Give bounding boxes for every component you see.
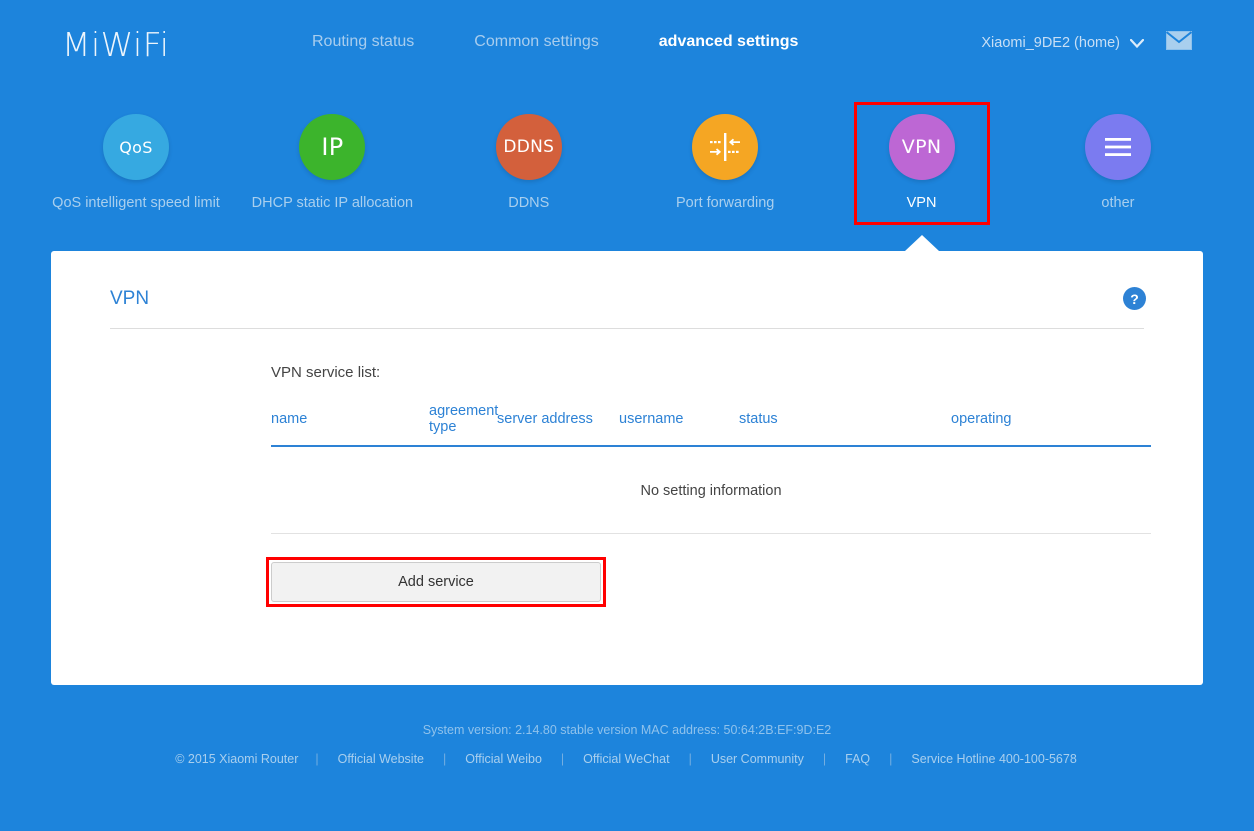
tile-label-qos: QoS intelligent speed limit [52,195,220,211]
tile-qos[interactable]: QoS QoS intelligent speed limit [52,102,220,225]
tile-label-dhcp: DHCP static IP allocation [251,195,414,211]
footer-link-service-hotline[interactable]: Service Hotline 400-100-5678 [909,752,1078,766]
vpn-icon: VPN [888,114,955,180]
nav-item-advanced-settings[interactable]: advanced settings [659,33,799,51]
header-right-controls: Xiaomi_9DE2 (home) [981,31,1193,57]
dhcp-ip-icon-text: IP [321,133,344,161]
empty-state-message: No setting information [271,446,1151,534]
vpn-service-table: name agreement type server address usern… [271,403,1151,534]
table-row-empty: No setting information [271,446,1151,534]
tile-label-port-forwarding: Port forwarding [676,195,775,211]
chevron-down-glyph [1129,38,1145,48]
panel-header: VPN ? [110,287,1146,329]
help-icon[interactable]: ? [1123,287,1146,310]
mail-icon-glyph [1165,31,1193,50]
vpn-list-section: VPN service list: name agreement type se… [110,364,1151,607]
footer-separator-2: | [443,752,447,766]
tile-vpn[interactable]: VPN VPN [848,102,996,251]
mail-icon[interactable] [1165,31,1193,55]
ddns-icon-text: DDNS [503,137,555,157]
column-header-name[interactable]: name [271,403,429,447]
column-header-operating[interactable]: operating [951,403,1151,447]
tile-port-forwarding[interactable]: Port forwarding [651,102,799,225]
footer-separator-4: | [688,752,692,766]
add-service-highlight: Add service [266,557,606,607]
tile-label-ddns: DDNS [508,195,550,211]
column-header-status[interactable]: status [739,403,951,447]
footer-separator-6: | [889,752,893,766]
column-header-agreement-type[interactable]: agreement type [429,403,498,447]
footer-separator-1: | [315,752,319,766]
port-forwarding-icon [692,114,759,180]
footer-copyright: © 2015 Xiaomi Router [175,752,299,766]
qos-icon: QoS [103,114,169,180]
column-header-username[interactable]: username [619,403,739,447]
hamburger-icon [1084,114,1151,180]
add-service-button[interactable]: Add service [271,562,601,602]
nav-item-common-settings[interactable]: Common settings [474,33,599,51]
main-nav: Routing status Common settings advanced … [312,33,798,55]
vpn-panel: VPN ? VPN service list: name agreement t… [51,251,1203,685]
ddns-icon: DDNS [495,114,562,180]
footer-link-user-community[interactable]: User Community [709,752,806,766]
vpn-icon-text: VPN [901,136,942,158]
tile-dhcp-static-ip[interactable]: IP DHCP static IP allocation [252,102,413,225]
footer-separator-3: | [560,752,565,766]
vpn-service-list-caption: VPN service list: [271,364,381,381]
footer-links: © 2015 Xiaomi Router | Official Website … [0,752,1254,766]
footer-link-faq[interactable]: FAQ [843,752,872,766]
footer-separator-5: | [822,752,827,766]
device-selector[interactable]: Xiaomi_9DE2 (home) [981,35,1145,51]
nav-item-routing-status[interactable]: Routing status [312,33,414,51]
advanced-settings-tiles: QoS QoS intelligent speed limit IP DHCP … [0,102,1254,251]
tile-ddns[interactable]: DDNS DDNS [455,102,603,225]
miwifi-logo: MiWiFi [62,24,170,64]
system-version-line: System version: 2.14.80 stable version M… [422,723,832,737]
top-header: MiWiFi Routing status Common settings ad… [0,0,1254,88]
hamburger-glyph [1104,138,1131,156]
footer-link-official-wechat[interactable]: Official WeChat [581,752,671,766]
device-name-label: Xiaomi_9DE2 (home) [981,35,1120,51]
dhcp-ip-icon: IP [299,114,366,180]
page-footer: System version: 2.14.80 stable version M… [0,723,1254,766]
column-header-server-address[interactable]: server address [497,403,619,447]
chevron-down-icon [1129,37,1145,50]
table-header-row: name agreement type server address usern… [271,403,1151,447]
qos-icon-text: QoS [119,137,153,157]
tile-label-other: other [1101,195,1135,211]
port-forwarding-glyph [710,133,741,161]
tile-label-vpn: VPN [906,195,937,211]
footer-link-official-website[interactable]: Official Website [336,752,426,766]
page-title: VPN [110,287,150,309]
tile-other[interactable]: other [1044,102,1192,225]
selected-tile-pointer [904,235,939,251]
footer-link-official-weibo[interactable]: Official Weibo [463,752,544,766]
